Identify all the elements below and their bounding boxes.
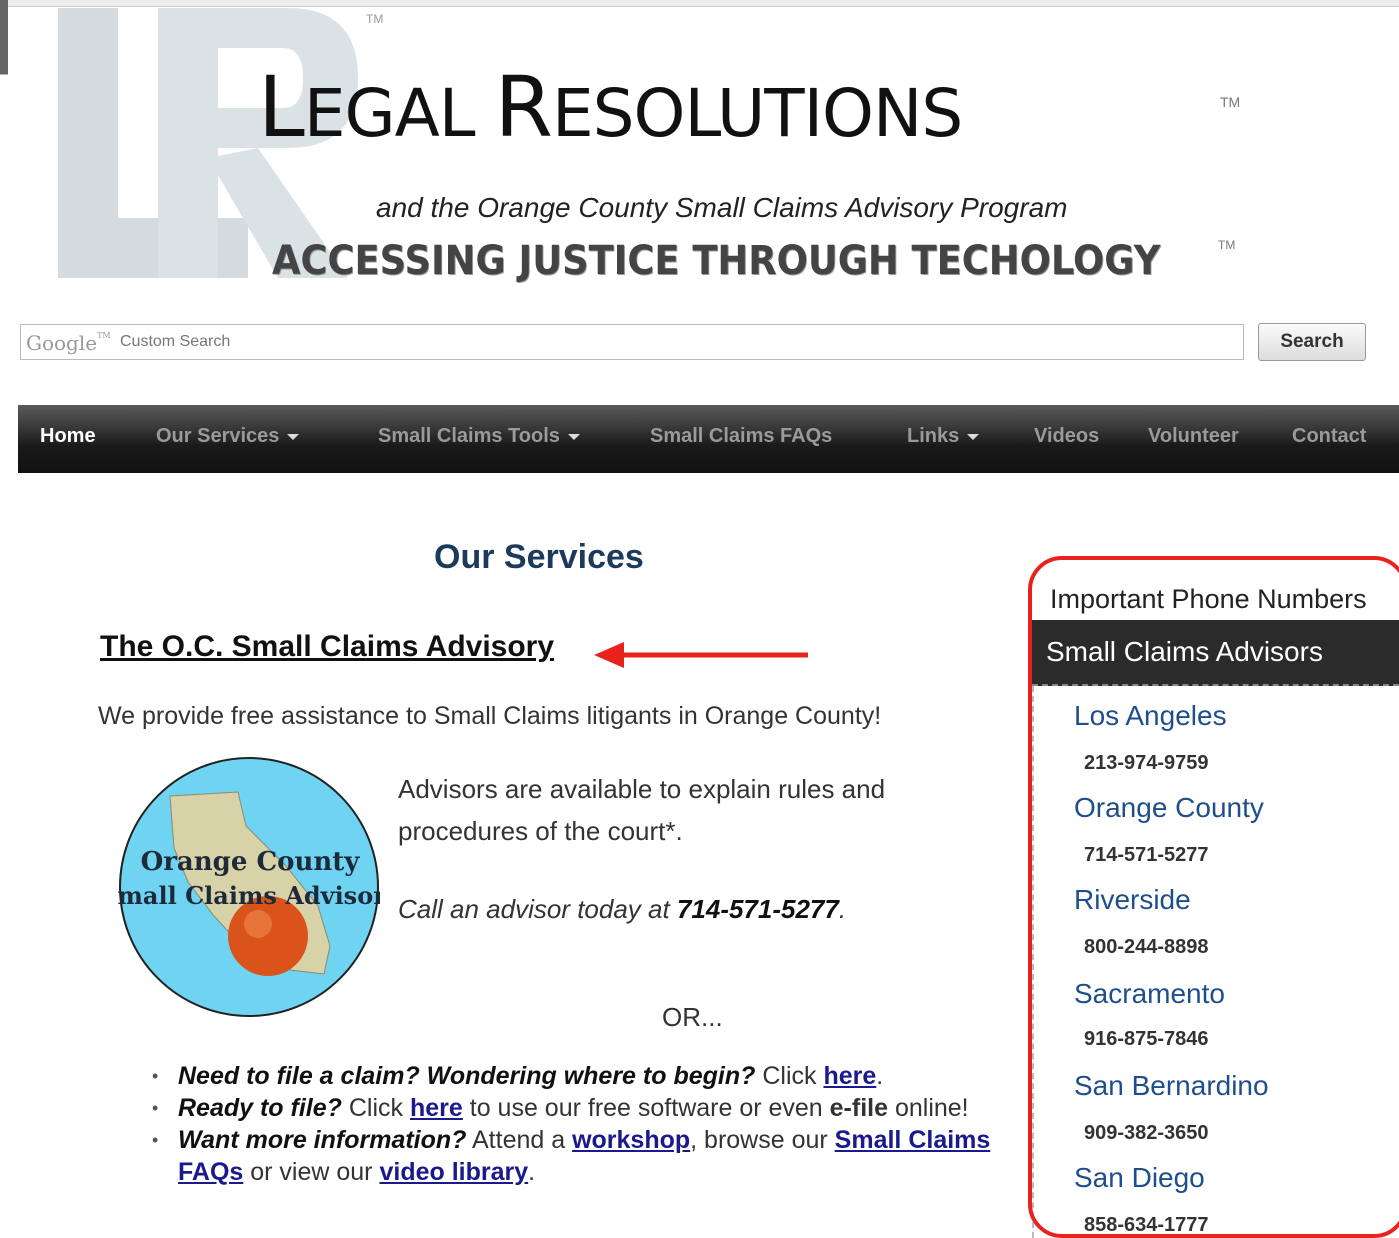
- action-list: Need to file a claim? Wondering where to…: [148, 1060, 998, 1188]
- oc-advisory-badge: Orange County Small Claims Advisory: [118, 757, 380, 1017]
- nav-item-links[interactable]: Links: [907, 425, 980, 448]
- brand-title: LEGAL RESOLUTIONS: [258, 58, 963, 156]
- ready-to-file-here-link[interactable]: here: [410, 1094, 463, 1122]
- video-library-link[interactable]: video library: [379, 1158, 528, 1186]
- file-claim-here-link[interactable]: here: [823, 1062, 876, 1090]
- list-item: Ready to file? Click here to use our fre…: [148, 1092, 998, 1124]
- intro-text: We provide free assistance to Small Clai…: [98, 702, 882, 730]
- main-nav: Home Our Services Small Claims Tools Sma…: [18, 405, 1399, 473]
- google-logo: GoogleTM: [26, 331, 111, 355]
- window-left-edge: [0, 0, 8, 1238]
- nav-item-home[interactable]: Home: [40, 425, 96, 448]
- nav-item-small-claims-faqs[interactable]: Small Claims FAQs: [650, 425, 832, 448]
- advisors-text: Advisors are available to explain rules …: [398, 774, 886, 846]
- chevron-down-icon: [567, 433, 580, 440]
- list-item: Want more information? Attend a workshop…: [148, 1124, 998, 1188]
- tagline: and the Orange County Small Claims Advis…: [376, 192, 1068, 223]
- page-title: Our Services: [434, 538, 644, 576]
- section-heading-link[interactable]: The O.C. Small Claims Advisory: [100, 630, 554, 664]
- motto-trademark: TM: [1218, 238, 1236, 252]
- brand-trademark: TM: [1220, 94, 1241, 110]
- svg-text:Small Claims Advisory: Small Claims Advisory: [118, 881, 380, 910]
- nav-item-videos[interactable]: Videos: [1034, 425, 1099, 448]
- annotation-highlight-box: [1028, 556, 1399, 1238]
- list-item: Need to file a claim? Wondering where to…: [148, 1060, 998, 1092]
- phone-number: 714-571-5277: [676, 894, 839, 924]
- annotation-arrow-icon: [594, 642, 808, 668]
- window-top-edge: [0, 0, 1399, 7]
- call-advisor-text: Call an advisor today at 714-571-5277.: [398, 894, 847, 924]
- nav-item-our-services[interactable]: Our Services: [156, 425, 300, 448]
- motto: ACCESSING JUSTICE THROUGH TECHOLOGY: [272, 238, 1161, 284]
- logo-trademark: TM: [366, 12, 384, 26]
- workshop-link[interactable]: workshop: [572, 1126, 690, 1154]
- svg-text:Orange County: Orange County: [141, 847, 361, 877]
- search-placeholder: Custom Search: [120, 333, 231, 350]
- or-text: OR...: [662, 1002, 723, 1032]
- nav-item-small-claims-tools[interactable]: Small Claims Tools: [378, 425, 580, 448]
- nav-item-contact[interactable]: Contact: [1292, 425, 1366, 448]
- nav-item-volunteer[interactable]: Volunteer: [1148, 425, 1239, 448]
- chevron-down-icon: [287, 433, 300, 440]
- search-button[interactable]: Search: [1258, 323, 1366, 361]
- chevron-down-icon: [967, 433, 980, 440]
